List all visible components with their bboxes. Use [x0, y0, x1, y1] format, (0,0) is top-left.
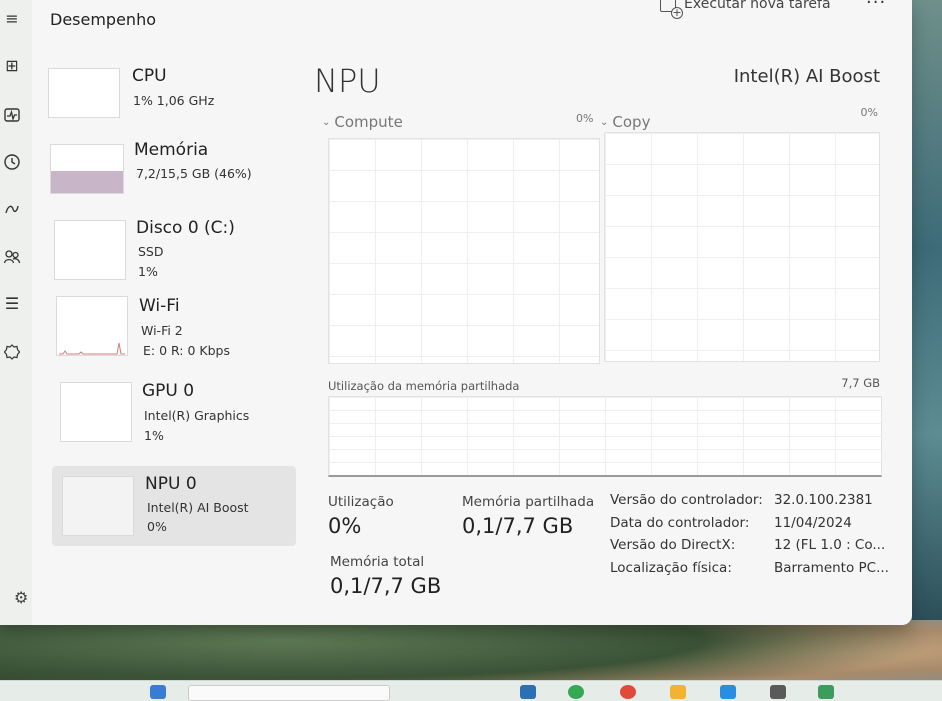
device-list: CPU 1% 1,06 GHz Memória 7,2/15,5 GB (46%…	[46, 56, 298, 550]
users-icon[interactable]	[0, 246, 24, 268]
property-row: Localização física: Barramento PC...	[610, 560, 890, 583]
device-name: Wi-Fi	[139, 296, 180, 316]
device-title: NPU	[314, 62, 381, 100]
device-detail: 1% 1,06 GHz	[133, 93, 215, 108]
device-name: CPU	[132, 66, 167, 86]
wifi-activity-line	[59, 342, 125, 355]
device-detail: Intel(R) AI Boost	[147, 500, 249, 515]
property-key: Localização física:	[610, 559, 732, 576]
details-icon[interactable]: ☰	[0, 293, 24, 315]
gpu-thumbnail-graph	[60, 382, 132, 442]
nav-rail: ≡ ⊞ ☰ ⚙	[0, 0, 32, 625]
cpu-thumbnail-graph	[48, 68, 120, 118]
device-detail: 0%	[147, 519, 167, 534]
app-icon[interactable]	[620, 685, 636, 699]
hamburger-icon[interactable]: ≡	[0, 8, 24, 30]
task-manager-window: ≡ ⊞ ☰ ⚙ Desempenho Executar nova tarefa …	[0, 0, 912, 625]
properties-list: Versão do controlador: 32.0.100.2381 Dat…	[610, 492, 890, 582]
compute-graph	[328, 138, 600, 364]
device-name: NPU 0	[145, 474, 197, 494]
total-memory-value: 0,1/7,7 GB	[330, 574, 442, 598]
device-name: Memória	[134, 140, 209, 160]
compute-graph-selector[interactable]: ⌄ Compute	[322, 113, 403, 131]
device-item-npu[interactable]: NPU 0 Intel(R) AI Boost 0%	[52, 466, 296, 546]
processes-icon[interactable]: ⊞	[0, 55, 24, 77]
device-detail: Wi-Fi 2	[141, 323, 183, 338]
device-item-gpu[interactable]: GPU 0 Intel(R) Graphics 1%	[46, 381, 298, 462]
disk-thumbnail-graph	[54, 220, 126, 280]
main-panel: NPU Intel(R) AI Boost ⌄ Compute 0% ⌄ Cop…	[312, 56, 892, 616]
memory-fill	[51, 171, 123, 193]
app-icon[interactable]	[818, 685, 834, 699]
app-icon[interactable]	[720, 685, 736, 699]
services-icon[interactable]	[0, 341, 24, 363]
shared-memory-graph	[328, 396, 882, 477]
gear-icon[interactable]: ⚙	[14, 588, 28, 607]
device-model: Intel(R) AI Boost	[733, 66, 880, 87]
property-value: 12 (FL 1.0 : Co...	[774, 537, 886, 553]
run-new-task-button[interactable]: Executar nova tarefa	[660, 0, 831, 19]
device-name: GPU 0	[142, 381, 195, 401]
compute-graph-max: 0%	[576, 112, 594, 125]
app-icon[interactable]	[770, 685, 786, 699]
device-detail: SSD	[138, 244, 164, 259]
header: Desempenho Executar nova tarefa ···	[32, 0, 912, 40]
total-memory-label: Memória total	[330, 554, 425, 570]
device-item-wifi[interactable]: Wi-Fi Wi-Fi 2 E: 0 R: 0 Kbps	[46, 296, 298, 380]
device-detail: 1%	[138, 264, 158, 279]
device-name: Disco 0 (C:)	[136, 218, 235, 238]
shared-memory-value: 0,1/7,7 GB	[462, 514, 574, 538]
property-row: Versão do DirectX: 12 (FL 1.0 : Co...	[610, 537, 890, 560]
compute-graph-label: Compute	[334, 113, 403, 131]
device-item-cpu[interactable]: CPU 1% 1,06 GHz	[46, 56, 298, 134]
property-row: Data do controlador: 11/04/2024	[610, 515, 890, 538]
utilization-stat: Utilização 0%	[328, 494, 394, 538]
app-icon[interactable]	[670, 685, 686, 699]
device-item-memory[interactable]: Memória 7,2/15,5 GB (46%)	[46, 138, 298, 216]
desktop-wallpaper-edge	[912, 0, 942, 620]
memory-graph-max: 7,7 GB	[841, 376, 880, 390]
wifi-thumbnail-graph	[56, 296, 128, 356]
property-key: Versão do controlador:	[610, 492, 763, 508]
copy-graph-max: 0%	[860, 106, 878, 119]
copy-graph	[604, 132, 880, 362]
property-value: Barramento PC...	[774, 559, 889, 576]
shared-memory-label: Memória partilhada	[462, 494, 595, 510]
property-row: Versão do controlador: 32.0.100.2381	[610, 492, 890, 515]
device-detail: Intel(R) Graphics	[144, 408, 250, 423]
taskbar	[0, 680, 942, 701]
property-value: 32.0.100.2381	[774, 492, 873, 508]
startup-icon[interactable]	[0, 198, 24, 220]
copy-graph-label: Copy	[612, 113, 651, 131]
utilization-value: 0%	[328, 514, 362, 538]
copy-graph-selector[interactable]: ⌄ Copy	[600, 113, 650, 131]
utilization-label: Utilização	[328, 494, 394, 510]
total-memory-stat: Memória total 0,1/7,7 GB	[330, 554, 441, 598]
device-detail: 1%	[144, 428, 164, 443]
npu-thumbnail-graph	[62, 476, 134, 536]
shared-memory-stat: Memória partilhada 0,1/7,7 GB	[462, 494, 594, 538]
device-item-disk[interactable]: Disco 0 (C:) SSD 1%	[46, 218, 298, 298]
run-new-task-label: Executar nova tarefa	[684, 0, 831, 12]
property-value: 11/04/2024	[774, 514, 852, 531]
new-task-icon	[660, 0, 683, 19]
start-icon[interactable]	[150, 685, 166, 699]
property-key: Versão do DirectX:	[610, 537, 736, 553]
device-detail: E: 0 R: 0 Kbps	[143, 343, 230, 358]
chevron-down-icon: ⌄	[600, 116, 609, 128]
property-key: Data do controlador:	[610, 514, 750, 531]
more-options-button[interactable]: ···	[866, 0, 886, 13]
app-icon[interactable]	[568, 685, 584, 699]
memory-thumbnail-graph	[50, 144, 124, 194]
history-icon[interactable]	[0, 151, 24, 173]
search-box[interactable]	[188, 685, 390, 701]
chevron-down-icon: ⌄	[322, 116, 331, 128]
performance-icon[interactable]	[0, 104, 24, 126]
memory-graph-label: Utilização da memória partilhada	[328, 379, 520, 393]
app-icon[interactable]	[520, 685, 536, 699]
page-title: Desempenho	[50, 10, 156, 29]
device-detail: 7,2/15,5 GB (46%)	[136, 166, 252, 181]
